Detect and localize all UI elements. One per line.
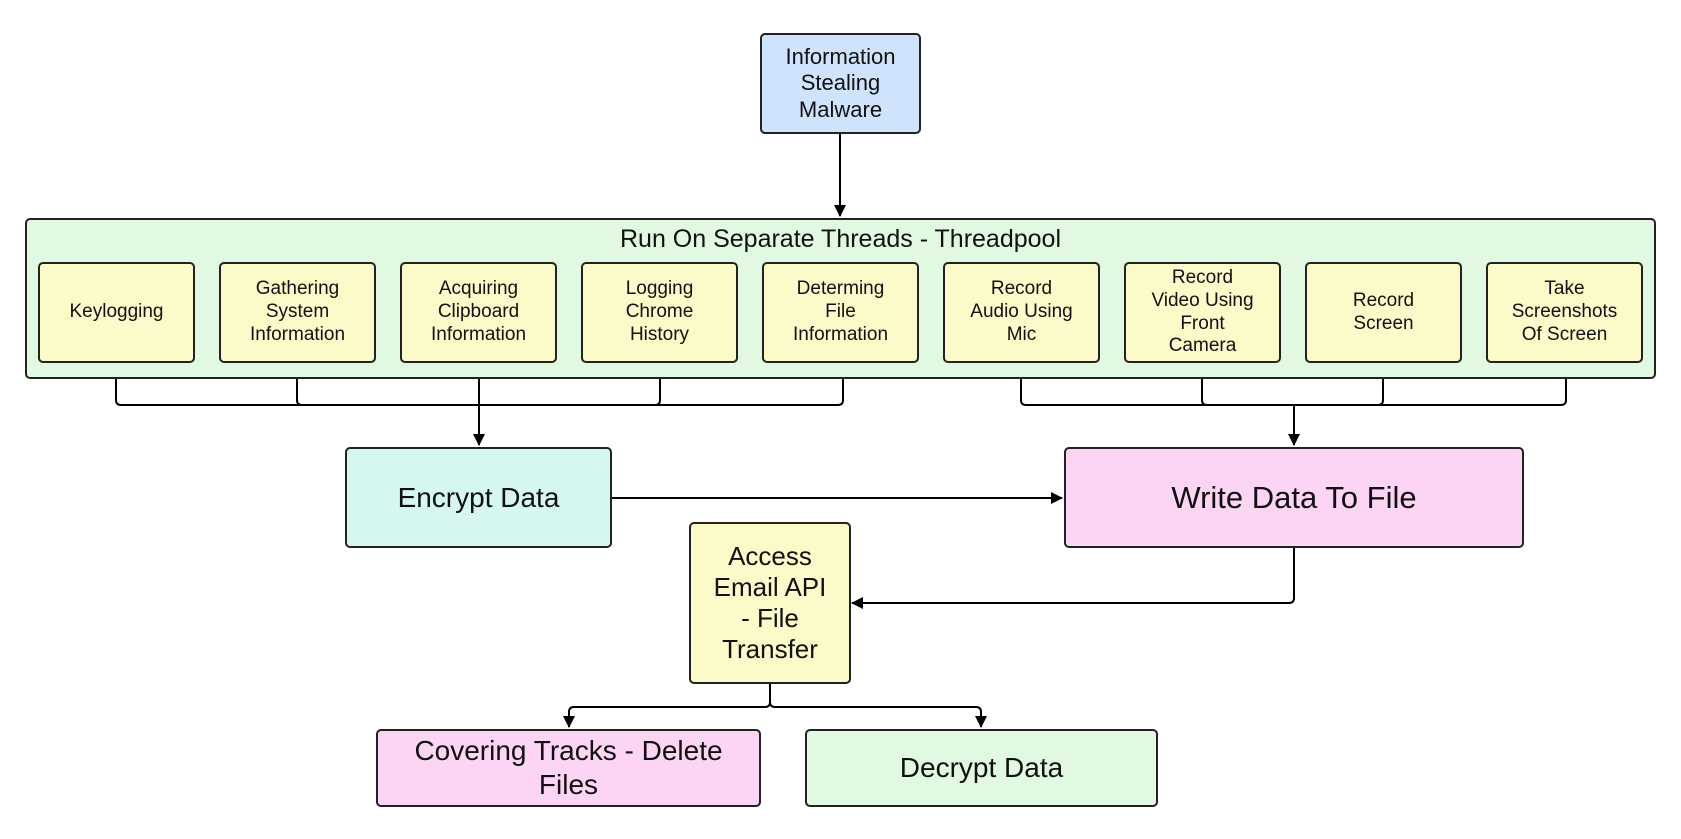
- node-access-email-api[interactable]: Access Email API - File Transfer: [689, 522, 851, 684]
- task-gathering-system-information[interactable]: Gathering System Information: [219, 262, 376, 363]
- task-record-screen[interactable]: Record Screen: [1305, 262, 1462, 363]
- edge-email-to-covering: [563, 683, 771, 728]
- edge-email-to-decrypt: [769, 701, 987, 728]
- node-label: Information Stealing Malware: [785, 43, 896, 122]
- edge-write-to-email: [851, 548, 1295, 609]
- node-information-stealing-malware[interactable]: Information Stealing Malware: [760, 33, 921, 134]
- task-logging-chrome-history[interactable]: Logging Chrome History: [581, 262, 738, 363]
- task-record-video[interactable]: Record Video Using Front Camera: [1124, 262, 1281, 363]
- task-label: Acquiring Clipboard Information: [430, 278, 527, 345]
- node-covering-tracks[interactable]: Covering Tracks - Delete Files: [376, 729, 761, 807]
- node-label: Encrypt Data: [397, 481, 560, 513]
- task-label: Determing File Information: [792, 278, 889, 345]
- threadpool-title: Run On Separate Threads - Threadpool: [619, 225, 1061, 253]
- task-label: Gathering System Information: [249, 278, 346, 345]
- task-determing-file-information[interactable]: Determing File Information: [762, 262, 919, 363]
- node-write-data-to-file[interactable]: Write Data To File: [1064, 447, 1524, 548]
- task-label: Record Audio Using Mic: [970, 278, 1073, 345]
- task-acquiring-clipboard-information[interactable]: Acquiring Clipboard Information: [400, 262, 557, 363]
- task-label: Record Screen: [1352, 289, 1415, 334]
- node-label: Covering Tracks - Delete Files: [414, 735, 723, 800]
- task-record-audio[interactable]: Record Audio Using Mic: [943, 262, 1100, 363]
- node-encrypt-data[interactable]: Encrypt Data: [345, 447, 612, 548]
- node-decrypt-data[interactable]: Decrypt Data: [805, 729, 1158, 807]
- node-label: Access Email API - File Transfer: [713, 540, 827, 665]
- node-label: Write Data To File: [1171, 479, 1417, 515]
- task-label: Record Video Using Front Camera: [1151, 266, 1254, 357]
- task-take-screenshots[interactable]: Take Screenshots Of Screen: [1486, 262, 1643, 363]
- task-keylogging[interactable]: Keylogging: [38, 262, 195, 363]
- task-label: Logging Chrome History: [625, 278, 694, 345]
- task-label: Keylogging: [69, 301, 164, 323]
- task-label: Take Screenshots Of Screen: [1511, 278, 1618, 345]
- node-label: Decrypt Data: [899, 752, 1064, 784]
